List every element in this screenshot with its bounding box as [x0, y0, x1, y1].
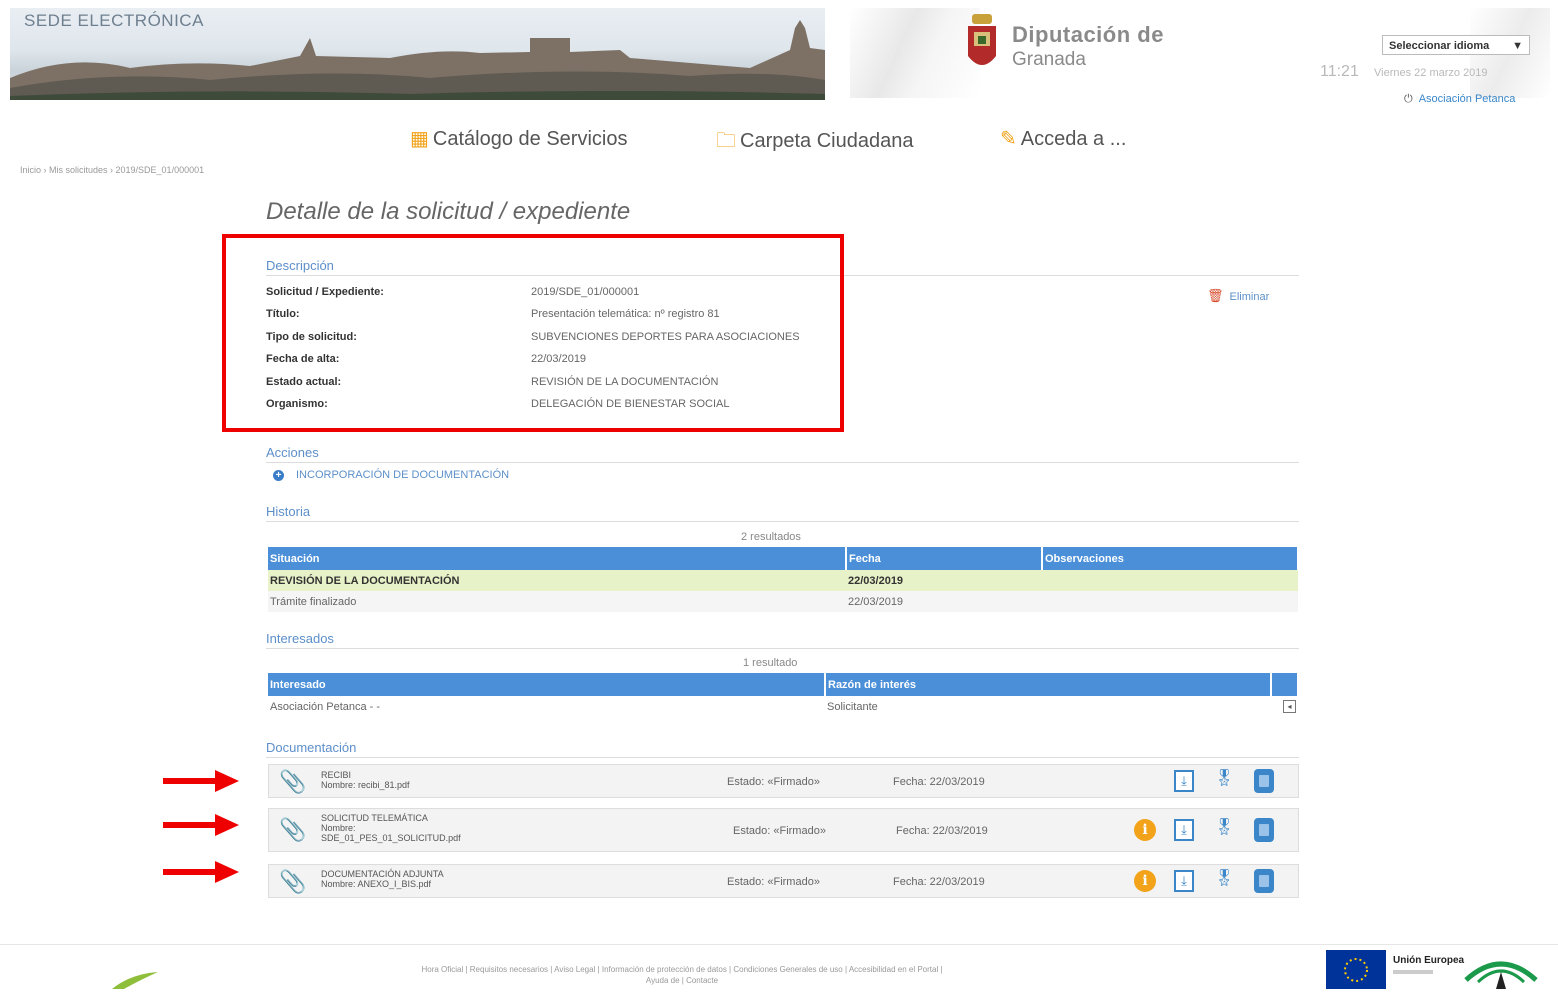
result-count: 1 resultado: [743, 657, 798, 669]
section-acciones: Acciones: [266, 445, 1299, 463]
historia-table: Situación Fecha Observaciones REVISIÓN D…: [268, 547, 1299, 612]
paperclip-icon: 📎: [279, 769, 307, 794]
table-cell: ◂: [1271, 696, 1298, 717]
result-count: 2 resultados: [741, 531, 801, 543]
header-banner: SEDE ELECTRÓNICA: [10, 8, 825, 100]
document-name: RECIBI Nombre: recibi_81.pdf: [321, 770, 410, 790]
org-title: Diputación de: [1012, 22, 1164, 47]
info-icon[interactable]: i: [1134, 870, 1156, 892]
document-name: DOCUMENTACIÓN ADJUNTA Nombre: ANEXO_I_BI…: [321, 869, 444, 889]
document-status: Estado: «Firmado»: [727, 776, 820, 788]
eu-label: Unión Europea: [1393, 955, 1465, 966]
footer-links-line[interactable]: Ayuda de | Contacte: [282, 975, 1082, 986]
certificate-icon[interactable]: 🎖: [1214, 868, 1234, 892]
eu-sublabel-placeholder: [1393, 970, 1433, 974]
annotation-arrow: [163, 861, 239, 883]
document-date: Fecha: 22/03/2019: [896, 825, 988, 837]
column-header: Situación: [268, 547, 847, 570]
user-name: Asociación Petanca: [1418, 93, 1516, 105]
column-header: [1271, 673, 1299, 696]
page-title: Detalle de la solicitud / expediente: [266, 198, 631, 225]
table-cell: [1042, 570, 1298, 591]
coat-of-arms-icon: [968, 14, 996, 65]
document-item: 📎 SOLICITUD TELEMÁTICA Nombre: SDE_01_PE…: [268, 808, 1299, 852]
document-date: Fecha: 22/03/2019: [893, 776, 985, 788]
annotation-arrow: [163, 814, 239, 836]
table-cell: REVISIÓN DE LA DOCUMENTACIÓN: [268, 570, 846, 591]
document-icon[interactable]: [1254, 769, 1274, 793]
leaf-logo-icon: [112, 972, 158, 989]
clock-date: Viernes 22 marzo 2019: [1374, 67, 1488, 79]
table-cell: Trámite finalizado: [268, 591, 846, 612]
header-decoration: [850, 8, 980, 98]
grid-icon: ▦: [410, 128, 429, 150]
document-status: Estado: «Firmado»: [727, 876, 820, 888]
table-row: Trámite finalizado 22/03/2019: [268, 591, 1298, 612]
folder-icon: 🗀: [716, 130, 736, 152]
plus-icon: +: [273, 470, 284, 481]
document-name: SOLICITUD TELEMÁTICA Nombre: SDE_01_PES_…: [321, 813, 461, 843]
interesados-table: Interesado Razón de interés Asociación P…: [268, 673, 1299, 717]
document-date: Fecha: 22/03/2019: [893, 876, 985, 888]
clock-time: 11:21: [1320, 63, 1359, 80]
section-historia: Historia: [266, 504, 1299, 522]
document-status: Estado: «Firmado»: [733, 825, 826, 837]
document-icon[interactable]: [1254, 869, 1274, 893]
document-item: 📎 RECIBI Nombre: recibi_81.pdf Estado: «…: [268, 764, 1299, 798]
andalucia-logo-icon: [1464, 961, 1538, 989]
expand-icon[interactable]: ◂: [1283, 700, 1296, 713]
certificate-icon[interactable]: 🎖: [1214, 768, 1234, 792]
column-header: Razón de interés: [825, 673, 1272, 696]
table-cell: Asociación Petanca - -: [270, 700, 381, 713]
pencil-icon: ✎: [1000, 128, 1017, 150]
table-row: Asociación Petanca - - Solicitante ◂: [268, 696, 1298, 717]
trash-icon: 🗑: [1207, 288, 1224, 303]
nav-label: Acceda a ...: [1020, 128, 1127, 150]
delete-button[interactable]: 🗑 Eliminar: [1207, 288, 1269, 304]
paperclip-icon: 📎: [279, 869, 307, 894]
paperclip-icon: 📎: [279, 817, 307, 842]
table-cell: 22/03/2019: [846, 570, 1042, 591]
action-label: INCORPORACIÓN DE DOCUMENTACIÓN: [296, 469, 510, 481]
table-cell: [1042, 591, 1298, 612]
annotation-highlight-box: [222, 234, 844, 432]
nav-acceda[interactable]: ✎ Acceda a ...: [1000, 126, 1126, 151]
section-documentacion: Documentación: [266, 740, 1299, 758]
breadcrumb[interactable]: Inicio › Mis solicitudes › 2019/SDE_01/0…: [20, 165, 204, 175]
table-row: REVISIÓN DE LA DOCUMENTACIÓN 22/03/2019: [268, 570, 1298, 591]
download-icon[interactable]: ⤓: [1174, 870, 1194, 892]
language-select-value: Seleccionar idioma: [1389, 40, 1490, 52]
org-subtitle: Granada: [1012, 49, 1086, 70]
footer-divider: [0, 944, 1558, 945]
power-icon: ⏻: [1404, 93, 1413, 105]
table-cell: Solicitante: [827, 700, 878, 713]
table-cell: 22/03/2019: [846, 591, 1042, 612]
city-skyline-image: [10, 20, 825, 100]
chevron-down-icon: ▼: [1512, 40, 1523, 52]
column-header: Fecha: [846, 547, 1043, 570]
section-interesados: Interesados: [266, 631, 1299, 649]
footer-links[interactable]: Hora Oficial | Requisitos necesarios | A…: [282, 964, 1082, 986]
document-icon[interactable]: [1254, 818, 1274, 842]
download-icon[interactable]: ⤓: [1174, 770, 1194, 792]
eu-flag-icon: [1326, 950, 1386, 989]
delete-label: Eliminar: [1229, 291, 1270, 303]
download-icon[interactable]: ⤓: [1174, 819, 1194, 841]
column-header: Observaciones: [1042, 547, 1299, 570]
certificate-icon[interactable]: 🎖: [1214, 817, 1234, 841]
footer-links-line[interactable]: Hora Oficial | Requisitos necesarios | A…: [282, 964, 1082, 975]
info-icon[interactable]: i: [1134, 819, 1156, 841]
column-header: Interesado: [268, 673, 826, 696]
nav-label: Catálogo de Servicios: [432, 128, 628, 150]
annotation-arrow: [163, 770, 239, 792]
nav-catalogo[interactable]: ▦ Catálogo de Servicios: [410, 126, 627, 151]
nav-carpeta[interactable]: 🗀 Carpeta Ciudadana: [716, 126, 913, 160]
language-select[interactable]: Seleccionar idioma ▼: [1382, 35, 1530, 55]
nav-label: Carpeta Ciudadana: [740, 130, 914, 152]
user-link[interactable]: ⏻ Asociación Petanca: [1404, 93, 1515, 106]
document-item: 📎 DOCUMENTACIÓN ADJUNTA Nombre: ANEXO_I_…: [268, 864, 1299, 898]
incorporacion-documentacion-link[interactable]: + INCORPORACIÓN DE DOCUMENTACIÓN: [273, 469, 509, 481]
